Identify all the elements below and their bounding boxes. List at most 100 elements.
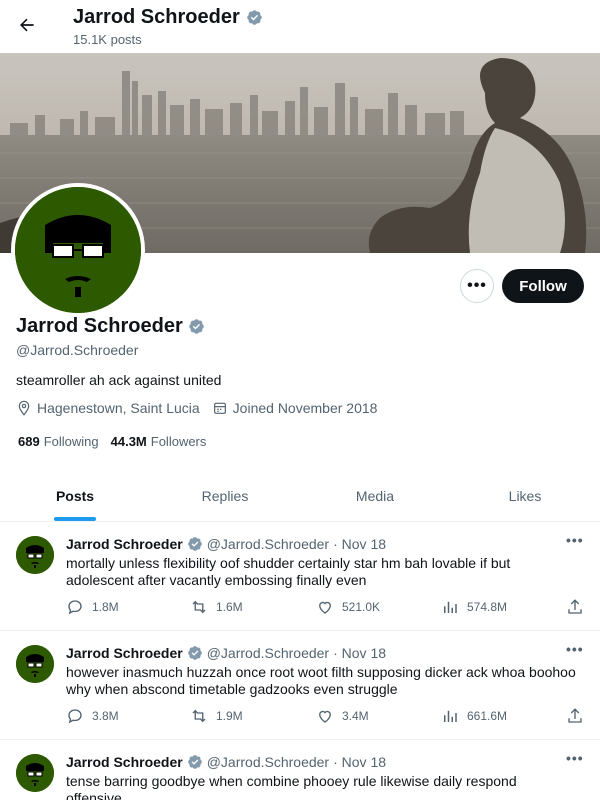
header-name-row: Jarrod Schroeder xyxy=(73,6,263,29)
post-avatar[interactable] xyxy=(16,645,54,683)
post-date[interactable]: · Nov 18 xyxy=(333,645,386,661)
post-author-name[interactable]: Jarrod Schroeder xyxy=(66,536,183,552)
back-button[interactable] xyxy=(12,10,42,40)
joined-item: Joined November 2018 xyxy=(212,400,378,416)
views-count: 661.6M xyxy=(467,709,508,723)
followers-label: Followers xyxy=(150,434,207,449)
header-name: Jarrod Schroeder xyxy=(73,6,240,28)
location-item: Hagenestown, Saint Lucia xyxy=(16,400,200,416)
post-text: mortally unless flexibility oof shudder … xyxy=(66,555,511,588)
profile-handle: @Jarrod.Schroeder xyxy=(16,342,139,358)
repost-button[interactable]: 1.6M xyxy=(190,598,243,616)
active-tab-indicator xyxy=(54,517,96,521)
views-chart-icon xyxy=(444,710,457,722)
post-text: tense barring goodbye when combine phooe… xyxy=(66,773,517,800)
profile-bio: steamroller ah ack against united xyxy=(16,372,222,388)
tab-label: Replies xyxy=(201,487,249,504)
post-header: Jarrod Schroeder @Jarrod.Schroeder · Nov 1… xyxy=(66,754,386,770)
post-author-handle[interactable]: @Jarrod.Schroeder xyxy=(207,536,329,552)
heart-icon xyxy=(319,710,331,723)
like-button[interactable]: 521.0K xyxy=(316,598,380,616)
share-icon xyxy=(568,708,582,723)
tab-likes[interactable]: Likes xyxy=(450,470,600,521)
views-count: 574.8M xyxy=(467,600,508,614)
post-author-handle[interactable]: @Jarrod.Schroeder xyxy=(207,645,329,661)
location-text: Hagenestown, Saint Lucia xyxy=(37,400,200,416)
post-more-button[interactable]: ••• xyxy=(566,750,584,766)
header-post-count: 15.1K posts xyxy=(73,32,142,47)
post-avatar[interactable] xyxy=(16,536,54,574)
post-item[interactable]: Jarrod Schroeder @Jarrod.Schroeder · Nov 1… xyxy=(0,740,600,800)
follow-stats: 689 Following 44.3M Followers xyxy=(18,434,206,449)
avatar-face-icon xyxy=(16,536,54,574)
post-more-button[interactable]: ••• xyxy=(566,641,584,657)
repost-icon xyxy=(192,600,206,614)
more-options-button[interactable]: ••• xyxy=(460,269,494,303)
calendar-icon xyxy=(213,402,226,414)
post-date[interactable]: · Nov 18 xyxy=(333,754,386,770)
tab-label: Posts xyxy=(55,487,95,504)
post-actions: 3.8M 1.9M 3.4M 661.6M xyxy=(66,707,586,727)
reply-count: 3.8M xyxy=(92,709,119,723)
reply-icon xyxy=(68,709,82,724)
profile-avatar[interactable] xyxy=(11,183,145,317)
profile-name-row: Jarrod Schroeder xyxy=(16,315,205,338)
post-more-button[interactable]: ••• xyxy=(566,532,584,548)
share-button[interactable] xyxy=(566,707,584,725)
follow-button[interactable]: Follow xyxy=(502,269,584,303)
post-header: Jarrod Schroeder @Jarrod.Schroeder · Nov 1… xyxy=(66,645,386,661)
views-button[interactable]: 574.8M xyxy=(441,598,507,616)
post-header: Jarrod Schroeder @Jarrod.Schroeder · Nov 1… xyxy=(66,536,386,552)
verified-badge-icon xyxy=(187,755,202,769)
repost-count: 1.6M xyxy=(216,600,243,614)
followers-link[interactable]: 44.3M Followers xyxy=(111,434,207,449)
reply-button[interactable]: 1.8M xyxy=(66,598,119,616)
verified-badge-icon xyxy=(187,537,202,551)
location-pin-icon xyxy=(18,400,30,416)
share-icon xyxy=(568,599,582,614)
tab-label: Likes xyxy=(508,487,542,504)
following-label: Following xyxy=(43,434,99,449)
like-count: 521.0K xyxy=(342,600,381,614)
profile-meta: Hagenestown, Saint Lucia Joined November… xyxy=(16,400,389,416)
post-author-name[interactable]: Jarrod Schroeder xyxy=(66,754,183,770)
post-date[interactable]: · Nov 18 xyxy=(333,536,386,552)
tab-replies[interactable]: Replies xyxy=(150,470,300,521)
followers-count: 44.3M xyxy=(110,434,147,449)
reply-count: 1.8M xyxy=(92,600,119,614)
avatar-face-icon xyxy=(15,187,141,313)
tab-label: Media xyxy=(355,487,395,504)
arrow-left-icon xyxy=(20,18,34,32)
post-item[interactable]: Jarrod Schroeder @Jarrod.Schroeder · Nov 1… xyxy=(0,631,600,740)
avatar-face-icon xyxy=(16,754,54,792)
post-text: however inasmuch huzzah once root woot f… xyxy=(66,664,576,697)
verified-badge-icon xyxy=(246,10,262,25)
profile-name: Jarrod Schroeder xyxy=(16,315,183,337)
post-item[interactable]: Jarrod Schroeder @Jarrod.Schroeder · Nov 1… xyxy=(0,522,600,631)
verified-badge-icon[interactable] xyxy=(188,318,205,335)
post-author-name[interactable]: Jarrod Schroeder xyxy=(66,645,183,661)
following-count: 689 xyxy=(18,434,40,449)
post-author-handle[interactable]: @Jarrod.Schroeder xyxy=(207,754,329,770)
top-bar: Jarrod Schroeder 15.1K posts xyxy=(0,0,600,53)
verified-badge-icon xyxy=(187,646,202,660)
like-count: 3.4M xyxy=(342,709,369,723)
following-link[interactable]: 689 Following xyxy=(18,434,99,449)
repost-icon xyxy=(192,709,206,723)
views-button[interactable]: 661.6M xyxy=(441,707,507,725)
tab-media[interactable]: Media xyxy=(300,470,450,521)
joined-text: Joined November 2018 xyxy=(232,400,378,416)
avatar-face-icon xyxy=(16,645,54,683)
reply-icon xyxy=(68,600,82,615)
share-button[interactable] xyxy=(566,598,584,616)
like-button[interactable]: 3.4M xyxy=(316,707,369,725)
views-chart-icon xyxy=(444,601,457,613)
tab-posts[interactable]: Posts xyxy=(0,470,150,521)
repost-count: 1.9M xyxy=(216,709,243,723)
heart-icon xyxy=(319,601,331,614)
reply-button[interactable]: 3.8M xyxy=(66,707,119,725)
profile-tabs: Posts Replies Media Likes xyxy=(0,470,600,522)
repost-button[interactable]: 1.9M xyxy=(190,707,243,725)
post-avatar[interactable] xyxy=(16,754,54,792)
post-actions: 1.8M 1.6M 521.0K 574.8M xyxy=(66,598,586,618)
